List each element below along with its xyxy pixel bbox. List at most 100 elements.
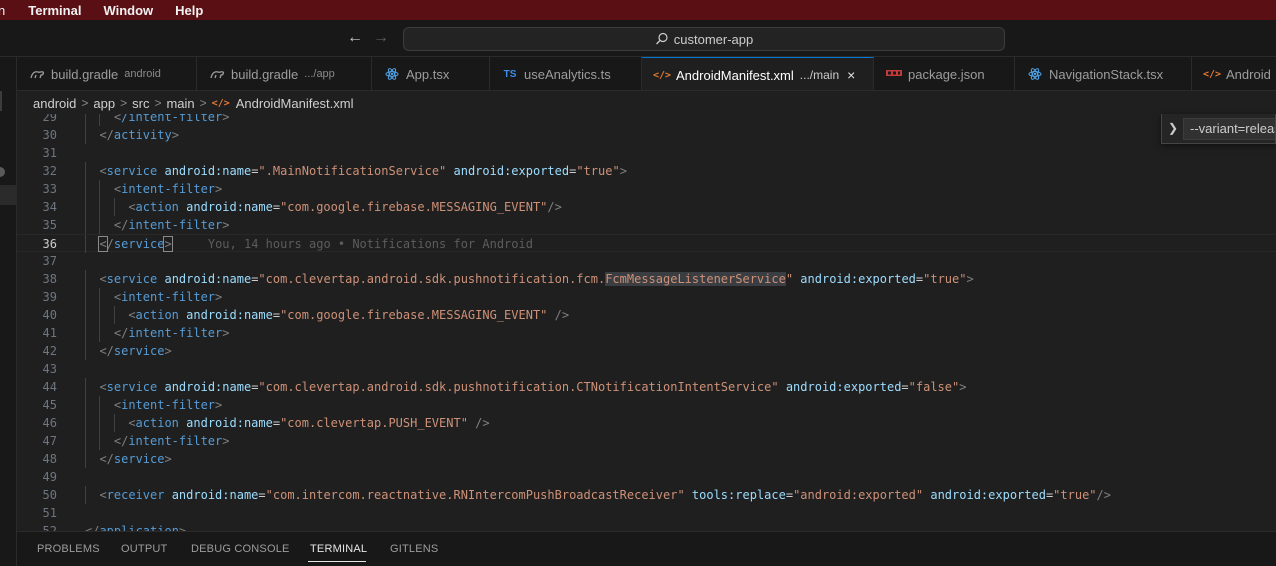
tab-android-manifest[interactable]: </> AndroidManifest.xml .../main × [642, 57, 874, 90]
code-line[interactable]: 47 </intent-filter> [17, 432, 1276, 450]
activity-item-active[interactable] [0, 185, 17, 205]
code-token: "android:exported" [793, 488, 924, 502]
code-line[interactable]: 45 <intent-filter> [17, 396, 1276, 414]
git-blame-annotation: You, 14 hours ago • Notifications for An… [207, 237, 533, 251]
indent-guide [85, 378, 86, 396]
code-token: "com.google.firebase.MESSAGING_EVENT" [280, 200, 548, 214]
activity-badge [0, 167, 5, 177]
indent-guide [113, 198, 115, 216]
code-token: < [99, 380, 107, 394]
tab-label: AndroidManifest.xml [676, 67, 794, 83]
indent-guide [85, 162, 86, 180]
code-line[interactable]: 52 </application> [17, 522, 1276, 531]
chevron-right-icon: > [199, 96, 207, 110]
code-line[interactable]: 50 <receiver android:name="com.intercom.r… [17, 486, 1276, 504]
indent-guide [85, 288, 86, 306]
code-line[interactable]: 40 <action android:name="com.google.fireb… [17, 306, 1276, 324]
indent-guide [85, 270, 86, 288]
breadcrumb-item-file[interactable]: AndroidManifest.xml [236, 96, 354, 111]
code-token: android:exported [800, 272, 916, 286]
code-line[interactable]: 35 </intent-filter> [17, 216, 1276, 234]
line-number: 49 [42, 470, 57, 484]
indent-guide [99, 306, 101, 324]
code-token: "com.google.firebase.MESSAGING_EVENT" [280, 308, 548, 322]
line-number: 36 [42, 237, 57, 251]
code-line[interactable]: 51 [17, 504, 1276, 522]
code-line[interactable]: 38 <service android:name="com.clevertap.a… [17, 270, 1276, 288]
code-text: <intent-filter> [114, 396, 222, 414]
code-token: < [128, 308, 136, 322]
code-line[interactable]: 43 [17, 360, 1276, 378]
close-icon[interactable]: × [847, 67, 855, 83]
code-token: < [128, 200, 136, 214]
breadcrumb-item-main[interactable]: main [166, 96, 194, 111]
menu-terminal[interactable]: Terminal [17, 3, 92, 18]
tab-output[interactable]: OUTPUT [121, 543, 167, 555]
indent-guide [85, 198, 86, 216]
indent-guide [113, 414, 115, 432]
tab-package-json[interactable]: package.json [874, 57, 1015, 90]
breadcrumb-item-src[interactable]: src [132, 96, 149, 111]
code-token: /> [475, 416, 490, 430]
code-line[interactable]: 34 <action android:name="com.google.fireb… [17, 198, 1276, 216]
tab-terminal[interactable]: TERMINAL [310, 543, 367, 555]
indent-guide [85, 324, 86, 342]
code-line[interactable]: 48 </service> [17, 450, 1276, 468]
code-line[interactable]: 42 </service> [17, 342, 1276, 360]
code-line[interactable]: 31 [17, 144, 1276, 162]
code-token: intent-filter [128, 326, 223, 340]
code-line[interactable]: 32 <service android:name=".MainNotificati… [17, 162, 1276, 180]
code-token: android:name [186, 308, 273, 322]
tab-label: build.gradle [51, 66, 119, 82]
code-line[interactable]: 44 <service android:name = "com.clevertap.a… [17, 378, 1276, 396]
code-token: = [785, 488, 794, 502]
tab-debug-console[interactable]: DEBUG CONSOLE [191, 543, 290, 555]
tab-problems[interactable]: PROBLEMS [37, 543, 100, 555]
tab-use-analytics[interactable]: TS useAnalytics.ts [490, 57, 642, 90]
code-token: "com.clevertap.android.sdk.pushnotificat… [258, 272, 606, 286]
indent-guide [85, 342, 86, 360]
code-text: <action android:name="com.google.firebas… [128, 198, 562, 216]
code-line[interactable]: 39 <intent-filter> [17, 288, 1276, 306]
tab-navigation-stack[interactable]: NavigationStack.tsx [1015, 57, 1192, 90]
code-line[interactable]: 30 </activity> [17, 126, 1276, 144]
chevron-right-icon[interactable]: ❯ [1168, 121, 1178, 135]
code-token: intent-filter [128, 218, 223, 232]
menu-window[interactable]: Window [92, 3, 164, 18]
code-line[interactable]: 37 [17, 252, 1276, 270]
code-token: </ [99, 128, 114, 142]
arrow-left-icon[interactable]: ← [347, 28, 363, 48]
react-icon [384, 66, 400, 82]
code-token: intent-filter [121, 290, 216, 304]
line-number: 51 [42, 506, 57, 520]
code-line[interactable]: 33 <intent-filter> [17, 180, 1276, 198]
tab-gitlens[interactable]: GITLENS [390, 543, 438, 555]
arrow-right-icon[interactable]: → [373, 28, 389, 48]
code-line[interactable]: 41 </intent-filter> [17, 324, 1276, 342]
tab-build-gradle-app[interactable]: build.gradle .../app [197, 57, 372, 90]
indent-guide [85, 306, 86, 324]
menu-item-truncated[interactable]: n [0, 3, 17, 18]
menu-help[interactable]: Help [164, 3, 214, 18]
code-line[interactable]: 36 </service> You, 14 hours ago • Notific… [17, 234, 1276, 253]
tab-android-truncated[interactable]: </> Android [1192, 57, 1276, 90]
indent-guide [85, 450, 86, 468]
code-token: > [222, 326, 230, 340]
line-number: 44 [42, 380, 57, 394]
variant-input[interactable]: --variant=release [1183, 118, 1275, 140]
code-line[interactable]: 29 </intent-filter> [17, 114, 1276, 126]
code-line[interactable]: 49 [17, 468, 1276, 486]
breadcrumb-item-android[interactable]: android [33, 96, 76, 111]
code-token: tools:replace [691, 488, 786, 502]
code-token: android:name [186, 200, 273, 214]
code-line[interactable]: 46 <action android:name="com.clevertap.PU… [17, 414, 1276, 432]
breadcrumb-item-app[interactable]: app [93, 96, 115, 111]
tab-build-gradle-android[interactable]: build.gradle android [17, 57, 197, 90]
code-token: </ [113, 326, 129, 340]
line-number: 33 [42, 182, 57, 196]
code-editor[interactable]: 29 </intent-filter> 30 </activity> 31 32 <serv… [17, 114, 1276, 531]
command-center[interactable]: customer-app [403, 27, 1005, 51]
tab-app-tsx[interactable]: App.tsx [372, 57, 490, 90]
